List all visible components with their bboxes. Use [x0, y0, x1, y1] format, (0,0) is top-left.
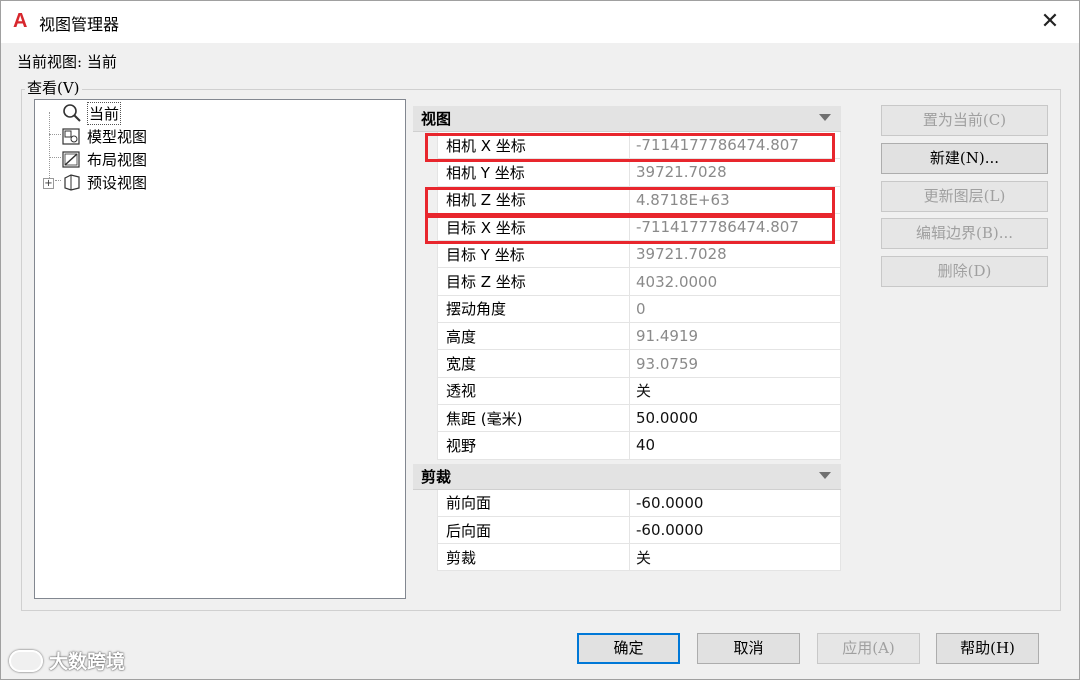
property-name: 透视	[438, 377, 630, 404]
category-clip[interactable]: 剪裁	[413, 463, 841, 490]
property-name: 视野	[438, 432, 630, 459]
property-value: 0	[636, 299, 646, 318]
property-name: 摆动角度	[438, 295, 630, 323]
update-layers-button[interactable]: 更新图层(L)	[881, 181, 1048, 212]
tree-item-label: 预设视图	[87, 173, 148, 192]
view-tree[interactable]: 当前 模型视图 布局视图 + 预设视图	[34, 99, 406, 599]
magnifier-icon	[61, 103, 83, 123]
property-value[interactable]: 关	[630, 378, 840, 404]
property-name: 目标 Z 坐标	[438, 268, 630, 295]
tree-expander[interactable]: +	[43, 178, 54, 189]
property-row[interactable]: 焦距 (毫米) 50.0000	[437, 404, 841, 433]
ok-button[interactable]: 确定	[577, 633, 680, 664]
watermark-text: 大数跨境	[49, 651, 126, 673]
property-value: 91.4919	[636, 327, 699, 346]
tree-item-label: 模型视图	[87, 127, 148, 146]
tree-item-label: 布局视图	[87, 150, 148, 169]
cancel-button[interactable]: 取消	[697, 633, 800, 664]
property-value: 4032.0000	[636, 272, 718, 291]
property-name: 焦距 (毫米)	[438, 404, 630, 432]
property-name: 剪裁	[438, 544, 630, 571]
property-row[interactable]: 前向面 -60.0000	[437, 489, 841, 517]
watermark: 大数跨境	[9, 647, 125, 674]
property-name: 目标 Y 坐标	[438, 241, 630, 268]
property-name: 高度	[438, 323, 630, 350]
property-value: 39721.7028	[636, 245, 727, 264]
property-value[interactable]: -60.0000	[630, 517, 840, 543]
property-name: 宽度	[438, 350, 630, 377]
property-row[interactable]: 剪裁关	[437, 544, 841, 572]
model-view-icon	[61, 126, 83, 146]
category-label: 视图	[421, 110, 452, 128]
collapse-arrow-icon[interactable]	[819, 114, 831, 121]
property-row[interactable]: 目标 Y 坐标 39721.7028	[437, 241, 841, 269]
category-label: 剪裁	[421, 467, 452, 486]
property-row[interactable]: 摆动角度 0	[437, 295, 841, 324]
property-value[interactable]: 关	[630, 544, 840, 570]
close-icon[interactable]: ✕	[1035, 7, 1065, 37]
property-value[interactable]: -60.0000	[630, 490, 840, 516]
property-grid: 视图 相机 X 坐标 -7114177786474.807 相机 Y 坐标 39721…	[413, 106, 841, 572]
apply-button[interactable]: 应用(A)	[817, 633, 920, 664]
tree-item-label: 当前	[87, 101, 122, 125]
current-view-label: 当前视图: 当前	[17, 53, 117, 71]
highlight-box	[425, 215, 835, 244]
edit-boundaries-button[interactable]: 编辑边界(B)...	[881, 218, 1048, 249]
tree-connector	[49, 134, 61, 135]
new-view-button[interactable]: 新建(N)...	[881, 143, 1048, 174]
layout-view-icon	[61, 149, 83, 169]
tree-connector	[49, 112, 50, 184]
property-row[interactable]: 目标 Z 坐标 4032.0000	[437, 268, 841, 296]
property-name: 前向面	[438, 489, 630, 516]
view-group-legend: 查看(V)	[25, 77, 82, 98]
property-row[interactable]: 高度 91.4919	[437, 323, 841, 351]
property-value[interactable]: 50.0000	[630, 405, 840, 431]
property-name: 相机 Y 坐标	[438, 159, 630, 186]
highlight-box	[425, 187, 835, 216]
title-bar: A 视图管理器 ✕	[1, 1, 1079, 43]
tree-item-current[interactable]: 当前	[61, 101, 122, 125]
property-row[interactable]: 透视关	[437, 377, 841, 405]
property-value: 39721.7028	[636, 163, 727, 182]
help-button[interactable]: 帮助(H)	[936, 633, 1039, 664]
autocad-app-icon: A	[13, 10, 28, 32]
view-manager-dialog: A 视图管理器 ✕ 当前视图: 当前 查看(V) 当前 模型视图 布局视图 + …	[0, 0, 1080, 680]
property-row[interactable]: 相机 Y 坐标 39721.7028	[437, 159, 841, 187]
collapse-arrow-icon[interactable]	[819, 471, 831, 479]
highlight-box	[425, 133, 835, 162]
property-row[interactable]: 视野 40	[437, 432, 841, 460]
category-view[interactable]: 视图	[413, 106, 841, 132]
property-row[interactable]: 宽度 93.0759	[437, 350, 841, 378]
delete-button[interactable]: 删除(D)	[881, 256, 1048, 287]
window-title: 视图管理器	[39, 15, 120, 34]
property-name: 后向面	[438, 516, 630, 544]
tree-item-preset-views[interactable]: 预设视图	[61, 171, 147, 193]
preset-view-icon	[61, 172, 83, 192]
property-value: 93.0759	[636, 354, 699, 373]
property-value[interactable]: 40	[630, 432, 840, 458]
property-row[interactable]: 后向面 -60.0000	[437, 516, 841, 545]
tree-connector	[49, 157, 61, 158]
tree-item-model-views[interactable]: 模型视图	[61, 125, 147, 147]
set-current-button[interactable]: 置为当前(C)	[881, 105, 1048, 136]
tree-item-layout-views[interactable]: 布局视图	[61, 148, 147, 170]
watermark-logo-icon	[9, 649, 43, 672]
